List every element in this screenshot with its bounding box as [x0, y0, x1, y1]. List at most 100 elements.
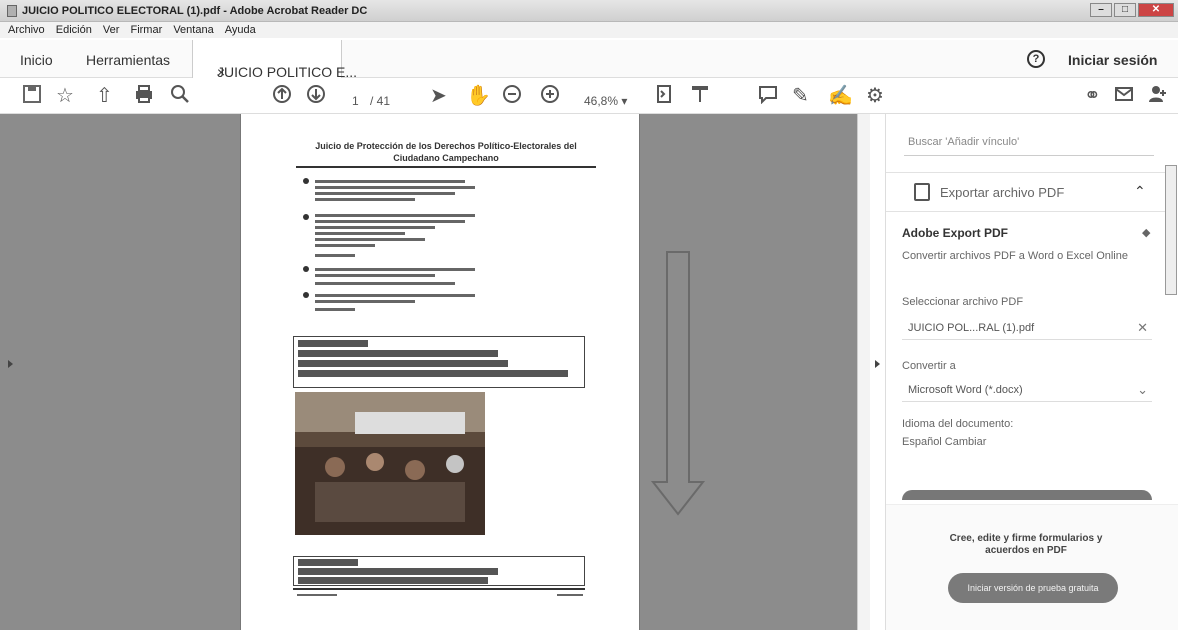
document-scrollbar[interactable]: [857, 114, 870, 630]
scroll-mode-icon[interactable]: [690, 84, 710, 110]
text-line: [315, 192, 455, 195]
text-line: [315, 294, 475, 297]
tab-inicio[interactable]: Inicio: [20, 52, 53, 68]
left-pane-toggle-icon[interactable]: [8, 360, 13, 368]
text-line: [315, 186, 475, 189]
upload-icon[interactable]: ⇧: [96, 84, 113, 108]
remove-file-icon[interactable]: ✕: [1137, 320, 1148, 336]
page-up-icon[interactable]: [272, 84, 292, 110]
text-line: [298, 568, 498, 575]
tab-herramientas[interactable]: Herramientas: [86, 52, 170, 68]
bullet-point: [303, 266, 309, 272]
panel-scrollbar[interactable]: [1165, 165, 1177, 295]
footer-text: [297, 594, 337, 596]
save-icon[interactable]: [22, 84, 42, 110]
text-line: [315, 232, 405, 235]
pdf-page: Juicio de Protección de los Derechos Pol…: [240, 114, 640, 630]
tool-search-input[interactable]: Buscar 'Añadir vínculo': [904, 128, 1154, 156]
scroll-down-arrow-icon: [650, 251, 706, 516]
pen-icon[interactable]: ✎: [792, 84, 809, 108]
chevron-down-icon: ⌄: [1137, 382, 1148, 397]
text-line: [315, 268, 475, 271]
page-number-footer: [557, 594, 583, 596]
adobe-export-description: Convertir archivos PDF a Word o Excel On…: [902, 250, 1128, 262]
settings-icon[interactable]: ◆: [1142, 226, 1150, 239]
selected-file-name: JUICIO POL...RAL (1).pdf: [908, 322, 1035, 334]
title-bar: JUICIO POLITICO ELECTORAL (1).pdf - Adob…: [0, 0, 1178, 22]
help-icon[interactable]: ?: [1027, 50, 1045, 68]
text-line: [315, 180, 465, 183]
text-line: [315, 220, 465, 223]
convert-button[interactable]: [902, 490, 1152, 500]
window-title: JUICIO POLITICO ELECTORAL (1).pdf - Adob…: [22, 5, 368, 17]
bookmark-star-icon[interactable]: ☆: [56, 84, 74, 108]
convert-format-dropdown[interactable]: Microsoft Word (*.docx) ⌄: [902, 376, 1152, 402]
search-icon[interactable]: [170, 84, 190, 110]
convert-to-label: Convertir a: [902, 360, 956, 372]
toolbar: ☆ ⇧ 1 / 41 ➤ ✋ 46,8% ▾ ✎ ✍ ⚙ ⚭: [0, 78, 1178, 114]
text-line: [315, 238, 425, 241]
comment-icon[interactable]: [758, 84, 778, 110]
tab-document[interactable]: JUICIO POLITICO E... ×: [192, 40, 357, 80]
page-down-icon[interactable]: [306, 84, 326, 110]
page-number-input[interactable]: 1: [352, 89, 359, 113]
select-file-label: Seleccionar archivo PDF: [902, 296, 1024, 308]
more-tools-icon[interactable]: ⚙: [866, 84, 884, 108]
promo-section: Cree, edite y firme formularios y acuerd…: [886, 504, 1178, 630]
text-line: [315, 282, 455, 285]
share-link-icon[interactable]: ⚭: [1084, 84, 1101, 108]
bullet-point: [303, 178, 309, 184]
export-pdf-header[interactable]: Exportar archivo PDF ⌃: [886, 172, 1166, 212]
text-line: [298, 559, 358, 566]
text-line: [315, 300, 415, 303]
chevron-down-icon: ▾: [621, 94, 628, 108]
heading-rule: [296, 166, 596, 168]
tab-bar: Inicio Herramientas JUICIO POLITICO E...…: [0, 40, 1178, 80]
menu-firmar[interactable]: Firmar: [130, 24, 162, 36]
export-pdf-icon: [914, 183, 930, 201]
info-box: [293, 556, 585, 586]
chevron-up-icon[interactable]: ⌃: [1134, 183, 1146, 200]
menu-ventana[interactable]: Ventana: [173, 24, 213, 36]
text-line: [298, 370, 568, 377]
close-window-button[interactable]: ✕: [1138, 3, 1174, 17]
menu-ayuda[interactable]: Ayuda: [225, 24, 256, 36]
text-line: [298, 577, 488, 584]
zoom-level-dropdown[interactable]: 46,8% ▾: [584, 89, 627, 113]
adobe-export-title: Adobe Export PDF: [902, 226, 1009, 240]
minimize-button[interactable]: –: [1090, 3, 1112, 17]
add-user-icon[interactable]: [1148, 84, 1168, 110]
text-line: [315, 308, 355, 311]
text-line: [298, 360, 508, 367]
text-line: [315, 198, 415, 201]
right-tools-panel: Buscar 'Añadir vínculo' Exportar archivo…: [885, 114, 1178, 630]
viewer-background-right: [640, 114, 857, 630]
text-line: [315, 244, 375, 247]
text-line: [315, 274, 435, 277]
selected-file-field[interactable]: JUICIO POL...RAL (1).pdf ✕: [902, 314, 1152, 340]
export-pdf-label: Exportar archivo PDF: [940, 185, 1065, 200]
print-icon[interactable]: [134, 84, 154, 110]
bullet-point: [303, 292, 309, 298]
menu-archivo[interactable]: Archivo: [8, 24, 45, 36]
sign-in-button[interactable]: Iniciar sesión: [1068, 52, 1157, 68]
zoom-in-icon[interactable]: [540, 84, 560, 110]
text-line: [315, 254, 355, 257]
info-box: [293, 336, 585, 388]
text-line: [298, 350, 498, 357]
hand-icon[interactable]: ✋: [466, 84, 491, 108]
email-icon[interactable]: [1114, 84, 1134, 110]
zoom-out-icon[interactable]: [502, 84, 522, 110]
text-line: [315, 226, 435, 229]
bullet-point: [303, 214, 309, 220]
free-trial-button[interactable]: Iniciar versión de prueba gratuita: [948, 573, 1118, 603]
page-total: / 41: [370, 94, 391, 108]
menu-edicion[interactable]: Edición: [56, 24, 92, 36]
page-fit-icon[interactable]: [655, 84, 675, 110]
sign-icon[interactable]: ✍: [828, 84, 853, 108]
menu-ver[interactable]: Ver: [103, 24, 120, 36]
document-language-value[interactable]: Español Cambiar: [902, 436, 986, 448]
select-cursor-icon[interactable]: ➤: [430, 84, 447, 108]
maximize-button[interactable]: □: [1114, 3, 1136, 17]
right-pane-toggle-icon[interactable]: [875, 360, 880, 368]
